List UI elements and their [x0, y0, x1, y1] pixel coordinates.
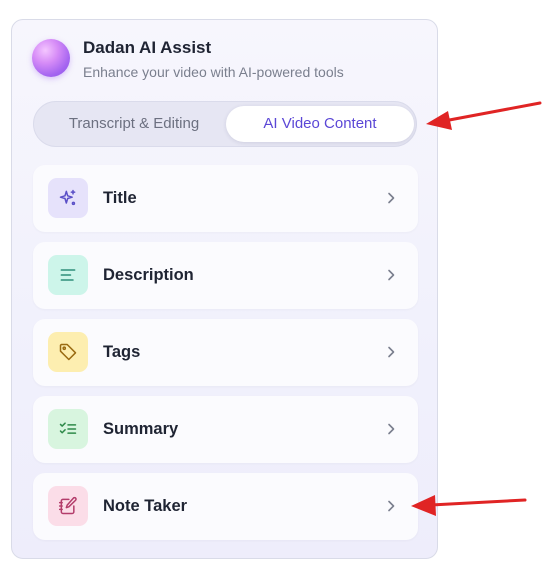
panel-subtitle: Enhance your video with AI-powered tools	[83, 64, 344, 80]
chevron-right-icon	[384, 191, 398, 205]
tab-transcript-editing[interactable]: Transcript & Editing	[40, 106, 228, 142]
chevron-right-icon	[384, 422, 398, 436]
screenshot-stage: Dadan AI Assist Enhance your video with …	[0, 0, 542, 572]
tab-switcher: Transcript & Editing AI Video Content	[33, 101, 417, 147]
annotation-arrow-icon	[426, 101, 542, 130]
sparkle-icon	[48, 178, 88, 218]
menu-item-label: Title	[103, 189, 137, 207]
panel-header: Dadan AI Assist Enhance your video with …	[32, 38, 417, 82]
menu-item-label: Summary	[103, 420, 179, 438]
menu-item-label: Tags	[103, 343, 141, 361]
ai-assist-panel: Dadan AI Assist Enhance your video with …	[11, 19, 438, 559]
tag-icon	[48, 332, 88, 372]
align-left-icon	[48, 255, 88, 295]
menu-item-tags[interactable]: Tags	[33, 319, 418, 386]
menu-item-note-taker[interactable]: Note Taker	[33, 473, 418, 540]
chevron-right-icon	[384, 345, 398, 359]
chevron-right-icon	[384, 268, 398, 282]
panel-title: Dadan AI Assist	[83, 38, 212, 57]
menu-item-title[interactable]: Title	[33, 165, 418, 232]
menu-item-description[interactable]: Description	[33, 242, 418, 309]
menu-item-label: Note Taker	[103, 497, 188, 515]
checklist-icon	[48, 409, 88, 449]
tab-ai-video-content[interactable]: AI Video Content	[226, 106, 414, 142]
menu-item-label: Description	[103, 266, 194, 284]
menu-item-summary[interactable]: Summary	[33, 396, 418, 463]
assistant-orb-avatar	[32, 39, 70, 77]
notebook-pen-icon	[48, 486, 88, 526]
chevron-right-icon	[384, 499, 398, 513]
